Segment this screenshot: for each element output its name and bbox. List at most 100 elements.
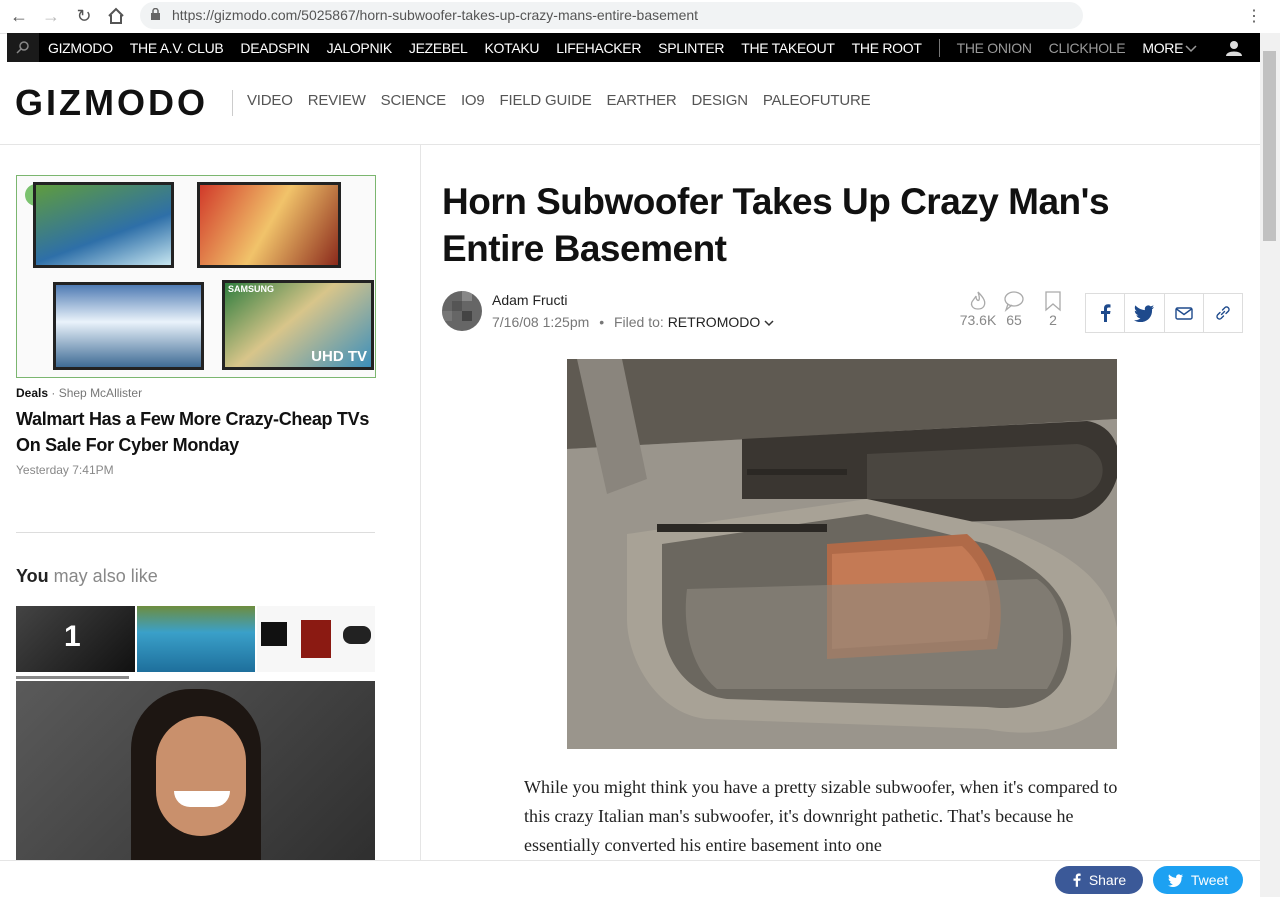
facebook-icon <box>1073 873 1081 887</box>
scrollbar-thumb[interactable] <box>1263 51 1276 241</box>
subwoofer-photo <box>567 359 1117 749</box>
promo-author[interactable]: Shep McAllister <box>59 386 142 400</box>
section-link[interactable]: IO9 <box>461 92 485 109</box>
filed-tag[interactable]: RETROMODO <box>668 314 761 330</box>
publish-date[interactable]: 7/16/08 1:25pm <box>492 314 589 330</box>
author-avatar[interactable] <box>442 291 482 331</box>
lock-icon <box>151 8 160 20</box>
article-title: Horn Subwoofer Takes Up Crazy Man's Enti… <box>442 181 1110 269</box>
reload-icon[interactable]: ↻ <box>73 5 95 27</box>
views-count: 73.6K <box>959 312 997 328</box>
section-link[interactable]: SCIENCE <box>381 92 446 109</box>
thumbnail[interactable]: 1 <box>16 606 135 672</box>
promo-category[interactable]: Deals <box>16 386 48 400</box>
thumbnail-strip: 1 <box>16 606 375 674</box>
network-link[interactable]: KOTAKU <box>485 40 540 56</box>
twitter-share-button[interactable] <box>1125 294 1165 332</box>
network-bar: GIZMODO THE A.V. CLUB DEADSPIN JALOPNIK … <box>7 33 1260 62</box>
back-icon[interactable]: ← <box>8 5 30 27</box>
saves-count: 2 <box>1049 312 1057 328</box>
comments-stat[interactable]: 65 <box>1002 290 1026 328</box>
browser-menu-icon[interactable]: ⋮ <box>1246 6 1262 26</box>
network-link[interactable]: JALOPNIK <box>327 40 393 56</box>
page-scrollbar[interactable] <box>1260 33 1280 897</box>
section-link[interactable]: DESIGN <box>692 92 749 109</box>
home-icon[interactable] <box>105 5 127 27</box>
network-link[interactable]: CLICKHOLE <box>1049 40 1126 56</box>
ymal-strong: You <box>16 566 49 586</box>
address-bar[interactable]: https://gizmodo.com/5025867/horn-subwoof… <box>140 2 1083 29</box>
views-stat: 73.6K <box>958 290 998 328</box>
link-icon <box>1216 306 1230 320</box>
site-header: GIZMODO VIDEO REVIEW SCIENCE IO9 FIELD G… <box>0 62 1260 145</box>
facebook-share-button[interactable] <box>1086 294 1126 332</box>
network-link[interactable]: LIFEHACKER <box>556 40 641 56</box>
comments-count: 65 <box>1006 312 1022 328</box>
flame-icon <box>970 291 986 310</box>
promo-meta: Deals · Shep McAllister <box>16 386 143 400</box>
ymal-rest: may also like <box>48 566 158 586</box>
browser-chrome: ← → ↻ https://gizmodo.com/5025867/horn-s… <box>0 0 1280 34</box>
more-dropdown[interactable]: MORE <box>1142 40 1197 56</box>
tv-image <box>33 182 174 268</box>
url-text[interactable]: https://gizmodo.com/5025867/horn-subwoof… <box>172 7 698 23</box>
tv-image <box>197 182 341 268</box>
promo-title[interactable]: Walmart Has a Few More Crazy-Cheap TVs O… <box>16 406 376 458</box>
bookmark-icon <box>1045 291 1061 312</box>
section-link[interactable]: EARTHER <box>607 92 677 109</box>
sidebar: SAMSUNG UHD TV Deals · Shep McAllister W… <box>0 144 421 860</box>
thumbnail-number: 1 <box>64 620 81 653</box>
user-icon[interactable] <box>1226 40 1242 56</box>
sidebar-divider <box>16 532 375 533</box>
share-buttons <box>1085 293 1243 333</box>
site-logo[interactable]: GIZMODO <box>15 82 208 124</box>
article-body: While you might think you have a pretty … <box>524 777 1118 855</box>
forward-icon[interactable]: → <box>40 5 62 27</box>
promo-time: Yesterday 7:41PM <box>16 463 114 477</box>
network-search-button[interactable] <box>7 33 39 62</box>
search-icon <box>16 41 29 54</box>
more-label: MORE <box>1142 39 1184 56</box>
chevron-down-icon <box>1185 44 1197 52</box>
section-link[interactable]: REVIEW <box>308 92 366 109</box>
thumbnail[interactable] <box>137 606 255 672</box>
featured-photo[interactable] <box>16 681 375 860</box>
tweet-button[interactable]: Tweet <box>1153 866 1243 894</box>
section-link[interactable]: FIELD GUIDE <box>500 92 592 109</box>
network-link[interactable]: THE A.V. CLUB <box>130 40 224 56</box>
network-link[interactable]: JEZEBEL <box>409 40 468 56</box>
comment-icon <box>1004 291 1024 312</box>
uhd-badge: UHD TV <box>311 348 367 365</box>
section-link[interactable]: VIDEO <box>247 92 293 109</box>
network-link[interactable]: THE TAKEOUT <box>741 40 835 56</box>
network-link[interactable]: THE ONION <box>957 40 1032 56</box>
network-link[interactable]: GIZMODO <box>48 40 113 56</box>
article-hero-image[interactable] <box>567 359 1117 749</box>
bottom-share-bar: Share Tweet <box>0 860 1260 898</box>
email-share-button[interactable] <box>1165 294 1204 332</box>
section-nav: VIDEO REVIEW SCIENCE IO9 FIELD GUIDE EAR… <box>247 92 885 109</box>
twitter-icon <box>1134 304 1155 322</box>
header-divider <box>232 90 233 116</box>
network-link[interactable]: THE ROOT <box>852 40 922 56</box>
thumbnail[interactable] <box>257 606 375 672</box>
article-meta: 7/16/08 1:25pm • Filed to: RETROMODO <box>492 314 774 330</box>
copy-link-button[interactable] <box>1204 294 1242 332</box>
email-icon <box>1174 306 1193 320</box>
chevron-down-icon[interactable] <box>764 320 774 327</box>
network-link[interactable]: SPLINTER <box>658 40 724 56</box>
network-divider <box>938 38 940 57</box>
tv-image <box>53 282 204 370</box>
share-label: Share <box>1088 872 1127 888</box>
share-button[interactable]: Share <box>1055 866 1143 894</box>
network-link[interactable]: DEADSPIN <box>240 40 309 56</box>
facebook-icon <box>1101 304 1111 322</box>
promo-image[interactable]: SAMSUNG UHD TV <box>16 175 376 378</box>
tv-image: SAMSUNG UHD TV <box>222 280 374 370</box>
you-may-also-like-heading: You may also like <box>16 566 158 587</box>
brand-label: SAMSUNG <box>228 284 275 294</box>
saves-stat[interactable]: 2 <box>1043 290 1063 328</box>
author-name[interactable]: Adam Fructi <box>492 292 567 308</box>
section-link[interactable]: PALEOFUTURE <box>763 92 871 109</box>
tweet-label: Tweet <box>1190 872 1229 888</box>
